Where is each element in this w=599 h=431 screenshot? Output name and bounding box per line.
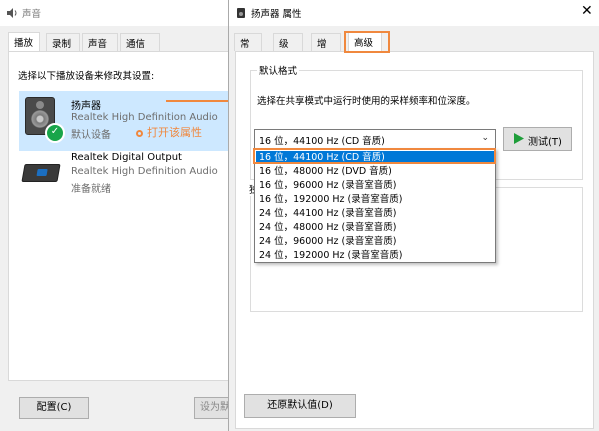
sample-format-dropdown[interactable]: 16 位，44100 Hz (CD 音质) ⌄: [254, 129, 496, 150]
restore-defaults-button[interactable]: 还原默认值(D): [244, 394, 356, 418]
format-option[interactable]: 16 位，192000 Hz (录音室音质): [256, 193, 494, 206]
format-option[interactable]: 24 位，96000 Hz (录音室音质): [256, 235, 494, 248]
tab-levels[interactable]: 级别: [273, 33, 303, 64]
default-check-icon: ✓: [45, 123, 65, 143]
device-name: 扬声器: [71, 101, 101, 112]
selected-option-highlight: [253, 148, 496, 164]
format-option[interactable]: 24 位，48000 Hz (录音室音质): [256, 221, 494, 234]
tab-playback[interactable]: 播放: [8, 32, 40, 52]
sound-window: 声音 播放 录制 声音 通信 选择以下播放设备来修改其设置: ✓ 扬声器 Rea…: [0, 0, 234, 431]
tab-communications[interactable]: 通信: [120, 33, 160, 51]
default-format-caption: 默认格式: [257, 63, 300, 77]
properties-window-title: 扬声器 属性: [251, 9, 302, 20]
device-status: 默认设备: [71, 130, 111, 141]
device-status: 准备就绪: [71, 184, 111, 195]
configure-button[interactable]: 配置(C): [19, 397, 89, 419]
tab-sounds[interactable]: 声音: [82, 33, 118, 51]
advanced-tab-highlight: [344, 31, 390, 53]
sample-format-selected-value: 16 位，44100 Hz (CD 音质): [259, 136, 385, 147]
speaker-app-icon: [235, 7, 247, 19]
sample-format-list[interactable]: 16 位，44100 Hz (CD 音质) 16 位，48000 Hz (DVD…: [254, 148, 496, 263]
format-option[interactable]: 24 位，192000 Hz (录音室音质): [256, 249, 494, 262]
annotation-bullet-icon: [136, 129, 143, 137]
play-icon: [514, 133, 524, 147]
annotation-label: 打开该属性: [136, 124, 202, 140]
device-row-digital-output[interactable]: Realtek Digital Output Realtek High Defi…: [19, 150, 233, 210]
close-icon[interactable]: ✕: [581, 3, 593, 19]
properties-titlebar: 扬声器 属性 ✕: [229, 0, 599, 26]
tab-general[interactable]: 常规: [234, 33, 262, 64]
format-option[interactable]: 24 位，44100 Hz (录音室音质): [256, 207, 494, 220]
format-option[interactable]: 16 位，96000 Hz (录音室音质): [256, 179, 494, 192]
sound-titlebar: 声音: [0, 0, 228, 26]
default-format-description: 选择在共享模式中运行时使用的采样频率和位深度。: [257, 96, 476, 107]
annotation-text: 打开该属性: [147, 126, 202, 139]
speaker-app-icon: [6, 7, 18, 19]
sound-window-title: 声音: [22, 9, 42, 20]
playback-instruction: 选择以下播放设备来修改其设置:: [18, 71, 155, 82]
tab-recording[interactable]: 录制: [46, 33, 80, 51]
device-name: Realtek Digital Output: [71, 152, 182, 163]
test-button[interactable]: 测试(T): [503, 127, 572, 151]
tab-enhancements[interactable]: 增强: [311, 33, 341, 64]
digital-output-icon: [21, 164, 61, 182]
device-driver: Realtek High Definition Audio: [71, 166, 218, 177]
device-driver: Realtek High Definition Audio: [71, 112, 218, 123]
test-button-label: 测试(T): [528, 137, 562, 148]
format-option[interactable]: 16 位，48000 Hz (DVD 音质): [256, 165, 494, 178]
chevron-down-icon: ⌄: [481, 133, 489, 143]
properties-tab-bar: 常规 级别 增强 高级: [229, 32, 429, 64]
